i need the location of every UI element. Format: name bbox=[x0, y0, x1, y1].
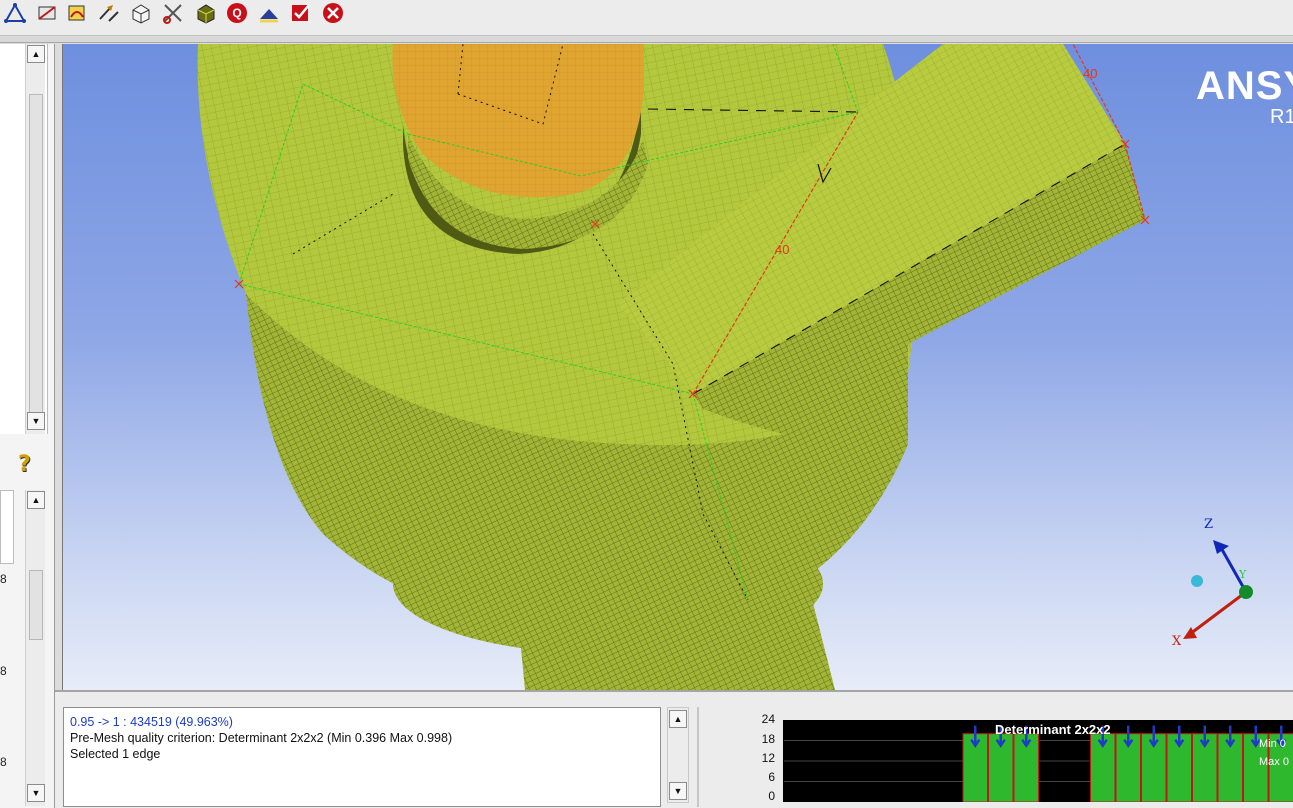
cancel-icon[interactable] bbox=[320, 0, 346, 26]
left-panel: ▲ ▼ ? 8 8 8 ▲ ▼ bbox=[0, 44, 55, 808]
quality-icon[interactable]: Q bbox=[224, 0, 250, 26]
toolbar-separator bbox=[0, 37, 1293, 43]
ansys-logo: ANSY bbox=[1196, 64, 1293, 108]
block-icon[interactable] bbox=[193, 0, 219, 26]
histogram-title: Determinant 2x2x2 bbox=[995, 722, 1111, 737]
message-line: Selected 1 edge bbox=[70, 747, 161, 761]
quality-histogram[interactable]: 24 18 12 6 0 Determinant 2x2x2 Min 0 Max… bbox=[755, 712, 1293, 808]
cut-icon[interactable] bbox=[34, 0, 60, 26]
y-tick-label: 18 bbox=[761, 732, 775, 746]
app-window: Q ▲ ▼ ? 8 8 8 ▲ ▼ 40 40 ANS R Z Y X 0.95… bbox=[0, 0, 1293, 808]
scroll-up-button[interactable]: ▲ bbox=[27, 45, 45, 63]
histogram-plot[interactable]: Determinant 2x2x2 Min 0 Max 0 bbox=[783, 720, 1293, 803]
transform-icon[interactable] bbox=[96, 0, 122, 26]
scroll-thumb[interactable] bbox=[29, 94, 43, 424]
mesh-toolbar: Q bbox=[0, 0, 1293, 36]
y-axis-label: Y bbox=[1239, 568, 1247, 581]
z-axis-label: Z bbox=[1204, 517, 1214, 532]
side-value: 8 bbox=[0, 664, 7, 678]
properties-pane bbox=[0, 490, 14, 564]
scissors-icon[interactable] bbox=[160, 0, 186, 26]
surface-icon[interactable] bbox=[256, 0, 282, 26]
edge-label: 40 bbox=[775, 242, 789, 257]
side-value: 8 bbox=[0, 755, 7, 769]
mesh-icon[interactable] bbox=[2, 0, 28, 26]
release-label: R1 bbox=[1270, 106, 1293, 128]
edge-label: 40 bbox=[1083, 66, 1097, 81]
scroll-down-button[interactable]: ▼ bbox=[27, 412, 45, 430]
properties-scrollbar[interactable]: ▲ ▼ bbox=[25, 490, 45, 806]
mesh-model[interactable]: 40 40 bbox=[63, 44, 1293, 690]
graphics-viewport[interactable]: 40 40 ANSY R1 Z Y X bbox=[62, 44, 1293, 690]
message-scrollbar[interactable]: ▲ ▼ bbox=[667, 707, 689, 803]
help-icon[interactable]: ? bbox=[18, 452, 38, 477]
side-value: 8 bbox=[0, 572, 7, 586]
message-line: Pre-Mesh quality criterion: Determinant … bbox=[70, 731, 453, 745]
histogram-max: Max 0 bbox=[1259, 756, 1289, 768]
svg-text:Q: Q bbox=[232, 6, 241, 20]
panel-divider[interactable] bbox=[697, 707, 699, 807]
scroll-down-button[interactable]: ▼ bbox=[669, 782, 687, 800]
scroll-up-button[interactable]: ▲ bbox=[669, 710, 687, 728]
box-icon[interactable] bbox=[128, 0, 154, 26]
check-icon[interactable] bbox=[288, 0, 314, 26]
scroll-down-button[interactable]: ▼ bbox=[27, 784, 45, 802]
y-tick-label: 12 bbox=[761, 751, 775, 765]
tree-scrollbar[interactable]: ▲ ▼ bbox=[25, 44, 45, 434]
message-panel: 0.95 -> 1 : 434519 (49.963%) Pre-Mesh qu… bbox=[55, 690, 1293, 808]
message-window: 0.95 -> 1 : 434519 (49.963%) Pre-Mesh qu… bbox=[63, 707, 661, 807]
y-tick-label: 6 bbox=[768, 770, 775, 784]
histogram-min: Min 0 bbox=[1259, 738, 1286, 750]
x-axis-label: X bbox=[1172, 634, 1182, 649]
scroll-up-button[interactable]: ▲ bbox=[27, 491, 45, 509]
scroll-thumb[interactable] bbox=[29, 570, 43, 640]
y-tick-label: 0 bbox=[768, 789, 775, 803]
smooth-icon[interactable] bbox=[64, 0, 90, 26]
axis-triad bbox=[1183, 540, 1253, 639]
message-line: 0.95 -> 1 : 434519 (49.963%) bbox=[70, 715, 233, 729]
y-tick-label: 24 bbox=[761, 712, 775, 726]
